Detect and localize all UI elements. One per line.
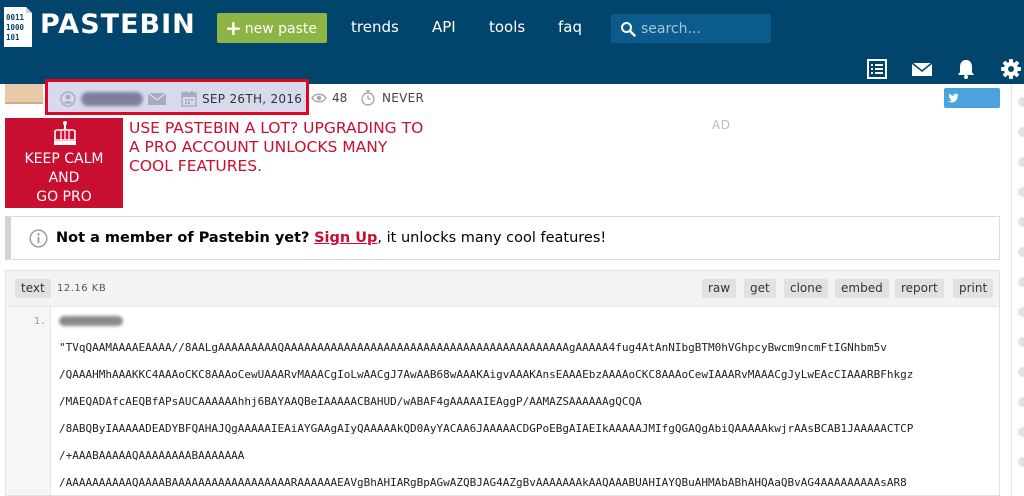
line-number: 1. [34,316,47,327]
crown-icon [54,121,76,145]
embed-button[interactable]: embed [835,279,889,298]
info-icon [29,229,48,248]
code-line: /QAAAHMhAAAKKC4AAAoCKC8AAAoCewUAAARvMAAA… [59,368,914,381]
redacted-code-line [59,316,123,326]
logo-bits-1: 0011 [6,13,25,22]
syntax-tag[interactable]: text [15,279,51,298]
rail-dot [1018,127,1024,137]
redacted-username[interactable] [81,92,143,106]
promo-badge-line-1: KEEP CALM [24,151,104,167]
line-number-gutter [6,307,51,495]
download-button[interactable]: get [744,279,776,298]
promo-badge-line-3: GO PRO [36,189,92,205]
expiration-value: NEVER [382,91,425,105]
promo-text-link[interactable]: USE PASTEBIN A LOT? UPGRADING TO A PRO A… [129,119,429,176]
rail-dot [1018,427,1024,437]
code-line: /AAAAAAAAAAQAAAABAAAAAAAAAAAAAAAAAARAAAA… [59,476,907,489]
plus-icon: + [225,16,242,40]
rail-dot [1018,397,1024,407]
pastebin-logo-icon[interactable]: 0011 1000 101 [2,3,34,51]
rail-dot [1018,187,1024,197]
go-pro-badge[interactable]: KEEP CALM AND GO PRO [5,118,123,208]
new-paste-button[interactable]: + new paste [217,13,327,43]
rail-dot [1018,97,1024,107]
right-rail-divider [1011,84,1012,496]
settings-gear-icon[interactable] [1000,58,1022,80]
expiration-timer-icon [361,90,375,106]
nav-api[interactable]: API [432,18,456,36]
notifications-bell-icon[interactable] [955,58,977,80]
rail-dot [1018,367,1024,377]
code-area[interactable]: 1. "TVqQAAMAAAAEAAAA//8AALgAAAAAAAAAQAAA… [5,306,1000,496]
rail-dot [1018,247,1024,257]
notice-text: Not a member of Pastebin yet? Sign Up, i… [56,230,606,246]
views-eye-icon [311,93,327,103]
code-line: /+AAABAAAAAQAAAAAAAABAAAAAAA [59,449,245,462]
promo-badge-line-2: AND [48,170,80,186]
messages-envelope-icon[interactable] [911,58,933,80]
notice-lead: Not a member of Pastebin yet? [56,230,310,246]
paste-size: 12.16 KB [57,283,107,294]
new-paste-label: new paste [244,21,318,37]
code-line: "TVqQAAMAAAAEAAAA//8AALgAAAAAAAAAQAAAAAA… [59,341,887,354]
paste-meta-highlight: SEP 26TH, 2016 [45,79,309,115]
rail-dot [1018,337,1024,347]
sign-up-link[interactable]: Sign Up [314,230,377,246]
ad-label: AD [712,118,731,132]
code-toolbar: text 12.16 KB raw get clone embed report… [5,270,1000,306]
nav-tools[interactable]: tools [489,18,525,36]
nav-faq[interactable]: faq [558,18,582,36]
top-header: 0011 1000 101 PASTEBIN + new paste trends… [0,0,1024,54]
code-line: /MAEQADAfcAEQBfAPsAUCAAAAAAhhj6BAYAAQBeI… [59,395,642,408]
tweet-button[interactable]: TWEET [944,88,1000,125]
send-message-icon[interactable] [147,92,167,106]
view-count: 48 [332,91,348,105]
search-icon[interactable] [620,21,636,37]
calendar-icon [181,91,197,107]
code-line: /8ABQByIAAAAADEADYBFQAHAJQgAAAAAIEAiAYGA… [59,422,914,435]
rail-dot [1018,217,1024,227]
clone-button[interactable]: clone [784,279,829,298]
twitter-bird-icon [948,93,959,103]
my-pastes-list-icon[interactable] [866,58,888,80]
logo-text[interactable]: PASTEBIN [40,9,196,40]
paste-date: SEP 26TH, 2016 [202,92,303,106]
user-icon [60,91,76,107]
rail-dot [1018,307,1024,317]
logo-bits-3: 101 [6,33,20,42]
report-button[interactable]: report [895,279,944,298]
signup-notice: Not a member of Pastebin yet? Sign Up, i… [5,216,1000,260]
raw-button[interactable]: raw [702,279,737,298]
logo-bits-2: 1000 [6,23,25,32]
tweet-label: TWEET [948,111,995,125]
user-avatar[interactable] [5,84,43,104]
nav-trends[interactable]: trends [351,18,399,36]
print-button[interactable]: print [953,279,994,298]
search-input[interactable] [641,14,766,43]
rail-dot [1018,457,1024,467]
rail-dot [1018,157,1024,167]
search-box[interactable] [611,14,771,43]
notice-tail: , it unlocks many cool features! [377,230,607,246]
rail-dot [1018,277,1024,287]
